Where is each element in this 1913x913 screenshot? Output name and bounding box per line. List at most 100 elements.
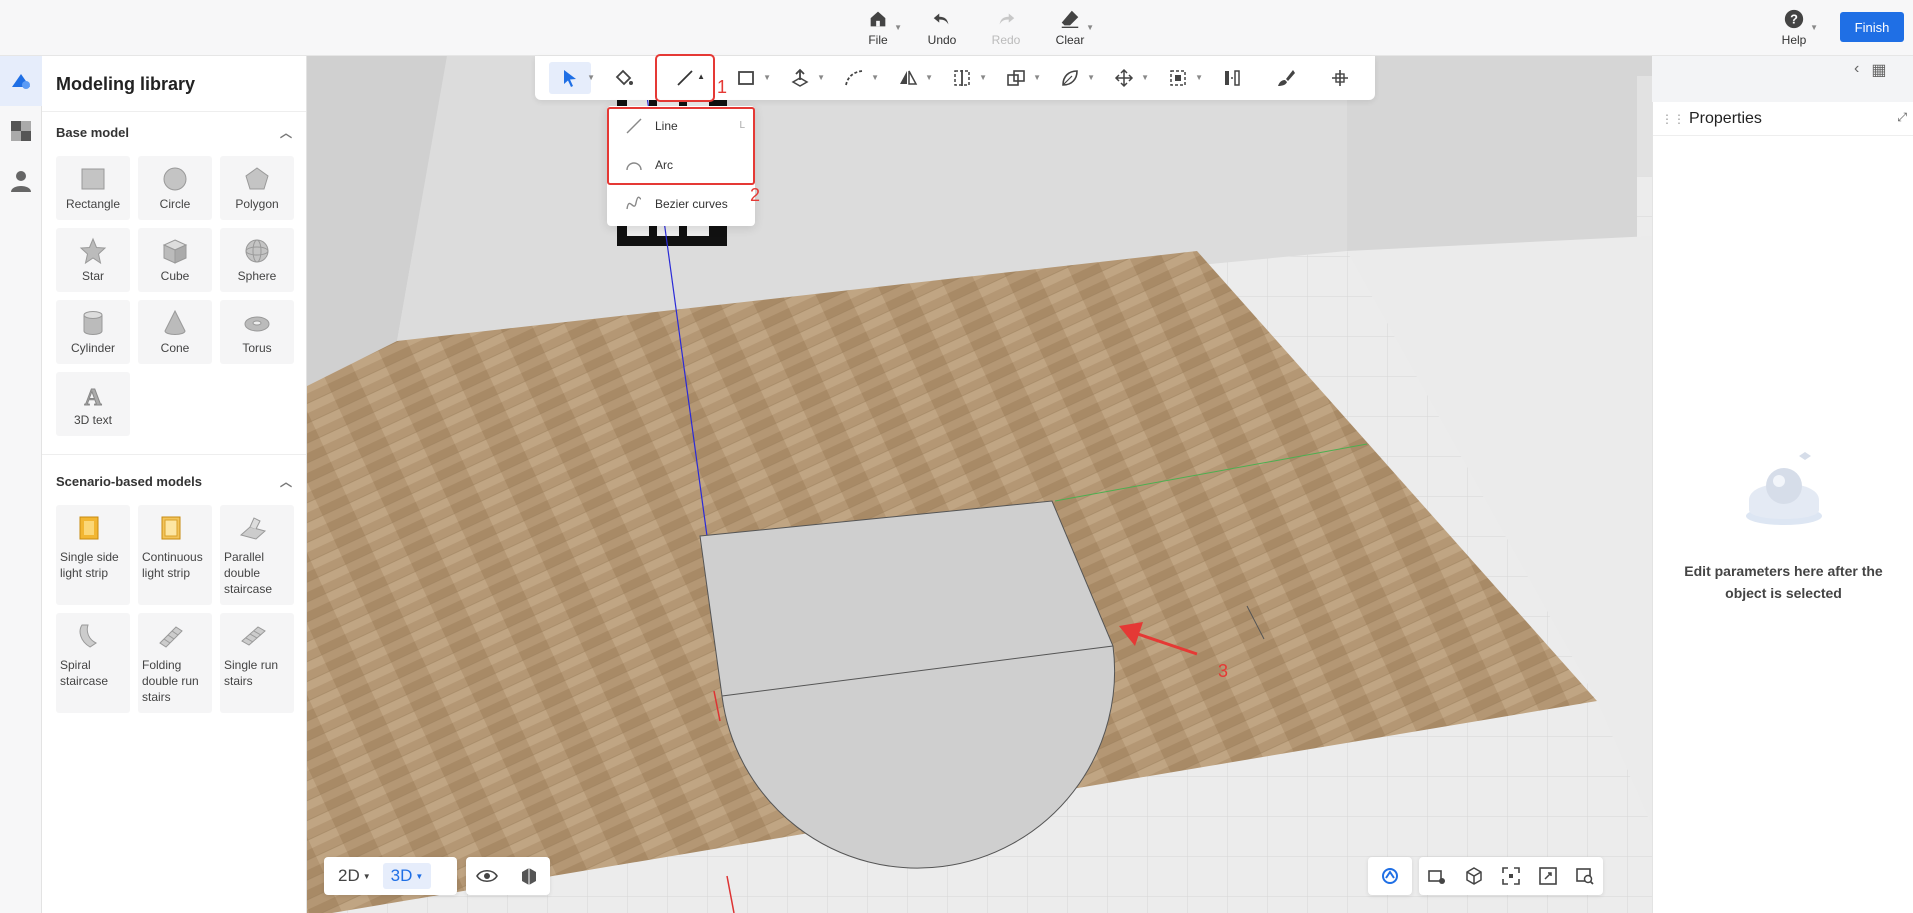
fit-view-icon[interactable]	[1501, 866, 1521, 886]
arc-icon	[626, 161, 642, 170]
base-model-header[interactable]: Base model ︿	[42, 112, 306, 152]
chevron-down-icon[interactable]: ▼	[1141, 73, 1149, 82]
properties-empty-message: Edit parameters here after the object is…	[1684, 563, 1883, 601]
undo-icon	[933, 13, 949, 25]
torus-icon	[244, 316, 270, 332]
align-tool[interactable]: ▼	[941, 62, 987, 94]
dropdown-item-arc[interactable]: Arc	[607, 145, 755, 184]
model-parallel-double-staircase[interactable]: Parallel double staircase	[220, 505, 294, 605]
file-button[interactable]: File ▼	[856, 8, 902, 47]
axis-tool[interactable]	[1319, 62, 1361, 94]
help-button[interactable]: ? Help ▼	[1772, 8, 1818, 47]
move-arrows-icon	[1114, 68, 1134, 88]
single-run-stairs-icon	[241, 626, 266, 646]
eye-icon[interactable]	[476, 865, 498, 887]
dropdown-item-line[interactable]: Line L	[607, 106, 755, 145]
3d-viewport[interactable]	[307, 56, 1652, 913]
view-3d-button[interactable]: 3D ▼	[382, 863, 432, 889]
model-cone[interactable]: Cone	[138, 300, 212, 364]
cube-view-icon[interactable]	[1464, 866, 1484, 886]
path-curve-icon	[845, 70, 863, 86]
snap-toggle[interactable]	[1368, 857, 1412, 895]
chevron-down-icon[interactable]: ▼	[871, 73, 879, 82]
drag-handle-icon[interactable]: ⋮⋮	[1661, 112, 1685, 126]
rail-user[interactable]	[0, 156, 42, 206]
display-controls	[466, 857, 550, 895]
rail-modeling[interactable]	[0, 56, 42, 106]
model-rectangle[interactable]: Rectangle	[56, 156, 130, 220]
chevron-down-icon[interactable]: ▼	[817, 73, 825, 82]
mirror-tool[interactable]: ▼	[887, 62, 933, 94]
model-continuous-light-strip[interactable]: Continuous light strip	[138, 505, 212, 605]
model-cube[interactable]: Cube	[138, 228, 212, 292]
chevron-down-icon[interactable]: ▼	[1195, 73, 1203, 82]
box-view-icon[interactable]	[518, 865, 540, 887]
chevron-down-icon: ▼	[362, 871, 371, 881]
material-tool[interactable]: ▼	[1049, 62, 1095, 94]
light-strip-icon	[79, 516, 99, 540]
camera-settings-icon[interactable]	[1427, 866, 1447, 886]
distribute-tool[interactable]	[1211, 62, 1253, 94]
staircase-icon	[239, 517, 267, 540]
chevron-down-icon: ▼	[415, 871, 424, 881]
clear-button[interactable]: Clear ▼	[1048, 8, 1094, 47]
top-actions: File ▼ Undo Redo Clear ▼	[856, 8, 1094, 47]
move-tool[interactable]: ▼	[1103, 62, 1149, 94]
layout-grid-icon[interactable]: ▦	[1871, 60, 1886, 80]
expand-icon[interactable]: ⤢	[1897, 110, 1907, 125]
combine-tool[interactable]: ▼	[995, 62, 1041, 94]
undo-button[interactable]: Undo	[920, 8, 964, 47]
model-single-side-light-strip[interactable]: Single side light strip	[56, 505, 130, 605]
select-tool[interactable]: ▼	[549, 62, 595, 94]
rectangle-tool[interactable]: ▼	[725, 62, 771, 94]
scale-tool[interactable]: ▼	[1157, 62, 1203, 94]
push-pull-tool[interactable]: ▼	[779, 62, 825, 94]
chevron-left-icon[interactable]: ‹	[1854, 60, 1859, 80]
zoom-region-icon[interactable]	[1538, 866, 1558, 886]
chevron-up-icon[interactable]: ▲	[697, 72, 705, 81]
base-model-grid: Rectangle Circle Polygon Star Cube Spher…	[42, 152, 306, 448]
zoom-search-icon[interactable]	[1575, 866, 1595, 886]
model-circle[interactable]: Circle	[138, 156, 212, 220]
panel-side-tools: ‹ ▦	[1854, 60, 1886, 80]
view-2d-button[interactable]: 2D ▼	[330, 863, 379, 889]
model-single-run-stairs[interactable]: Single run stairs	[220, 613, 294, 713]
model-sphere[interactable]: Sphere	[220, 228, 294, 292]
paint-bucket-tool[interactable]	[603, 62, 645, 94]
chevron-down-icon[interactable]: ▼	[1087, 73, 1095, 82]
line-tool[interactable]: ▲	[655, 54, 715, 102]
chevron-down-icon[interactable]: ▼	[979, 73, 987, 82]
model-folding-double-run-stairs[interactable]: Folding double run stairs	[138, 613, 212, 713]
brush-tool[interactable]	[1265, 62, 1307, 94]
model-spiral-staircase[interactable]: Spiral staircase	[56, 613, 130, 713]
properties-header[interactable]: ⋮⋮ Properties ⤢	[1653, 102, 1913, 136]
svg-text:A: A	[84, 385, 102, 409]
material-grid-icon	[11, 121, 31, 141]
chevron-down-icon[interactable]: ▼	[925, 73, 933, 82]
leaf-material-icon	[1062, 70, 1078, 86]
rail-materials[interactable]	[0, 106, 42, 156]
empty-state-illustration	[1746, 452, 1822, 525]
dropdown-item-bezier[interactable]: Bezier curves	[607, 184, 755, 223]
redo-button[interactable]: Redo	[984, 8, 1028, 47]
help-icon: ?	[1784, 9, 1804, 29]
top-bar: File ▼ Undo Redo Clear ▼ ? Help ▼ Finish	[0, 0, 1913, 56]
chevron-down-icon[interactable]: ▼	[763, 73, 771, 82]
shortcut-key: L	[739, 120, 745, 131]
spiral-staircase-icon	[79, 624, 97, 648]
finish-button[interactable]: Finish	[1840, 12, 1904, 42]
model-star[interactable]: Star	[56, 228, 130, 292]
scenario-header[interactable]: Scenario-based models ︿	[42, 461, 306, 501]
path-tool[interactable]: ▼	[833, 62, 879, 94]
model-3d-text[interactable]: A 3D text	[56, 372, 130, 436]
model-polygon[interactable]: Polygon	[220, 156, 294, 220]
library-title: Modeling library	[42, 56, 306, 112]
model-cylinder[interactable]: Cylinder	[56, 300, 130, 364]
chevron-down-icon[interactable]: ▼	[587, 73, 595, 82]
3d-scene[interactable]	[307, 56, 1652, 913]
chevron-up-icon[interactable]: ︿	[280, 124, 292, 141]
model-torus[interactable]: Torus	[220, 300, 294, 364]
chevron-up-icon[interactable]: ︿	[280, 473, 292, 490]
snap-magnet-icon	[1382, 868, 1398, 884]
chevron-down-icon[interactable]: ▼	[1033, 73, 1041, 82]
